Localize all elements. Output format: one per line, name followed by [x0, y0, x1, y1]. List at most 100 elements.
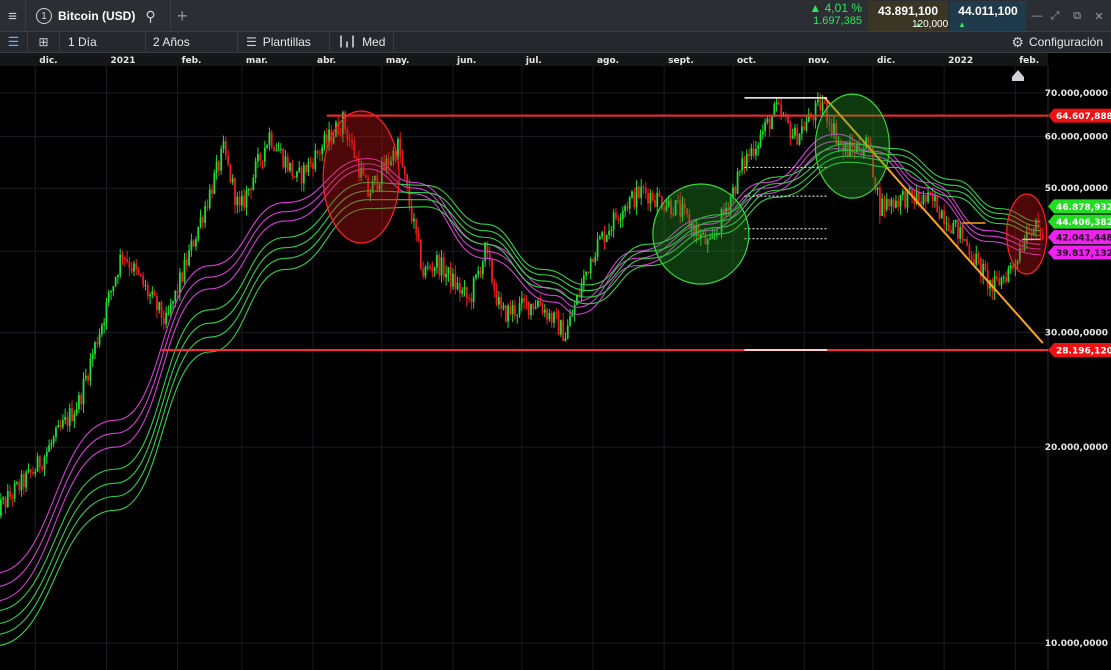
search-icon[interactable]: ⚲: [145, 8, 155, 25]
candle-body: [1007, 268, 1010, 282]
candle-body: [878, 187, 881, 216]
candle-body: [775, 102, 778, 105]
candle-body: [286, 156, 289, 171]
candle-body: [823, 102, 826, 104]
add-tab-icon[interactable]: +: [170, 0, 188, 32]
range-select[interactable]: 2 Años: [146, 32, 238, 52]
settings-button[interactable]: ⚙ Configuración: [1011, 32, 1103, 52]
candle-body: [908, 187, 911, 190]
candle-body: [273, 147, 275, 151]
x-tick-label: sept.: [668, 56, 694, 66]
candle-body: [144, 284, 147, 286]
menu-icon[interactable]: ≡: [0, 0, 26, 32]
candle-body: [518, 303, 521, 315]
templates-button[interactable]: ☰ Plantillas: [238, 32, 330, 52]
price-type-label: Med: [362, 35, 386, 49]
candle-body: [472, 278, 475, 302]
scroll-handle[interactable]: [1012, 77, 1024, 81]
candle-body: [309, 161, 312, 163]
candle-body: [323, 134, 326, 148]
candle-body: [479, 270, 482, 275]
candle-body: [573, 304, 576, 315]
candle-body: [110, 291, 112, 293]
candle-body: [821, 102, 824, 111]
candle-body: [305, 164, 308, 173]
candle-body: [135, 263, 138, 270]
candle-body: [1012, 265, 1014, 268]
candle-body: [431, 268, 434, 271]
candle-body: [45, 451, 48, 457]
expand-icon[interactable]: ⤢: [1046, 0, 1064, 32]
candle-body: [500, 297, 503, 309]
spread-value: 120,000: [912, 19, 948, 30]
candle-body: [996, 276, 998, 279]
candle-body: [741, 158, 744, 171]
candle-body: [165, 312, 168, 324]
popout-icon[interactable]: ⧉: [1068, 0, 1086, 32]
candle-body: [195, 239, 197, 247]
candle-body: [100, 325, 103, 335]
candle-body: [507, 305, 509, 322]
candle-body: [642, 186, 645, 188]
candle-body: [229, 164, 232, 183]
price-type-button[interactable]: ┃╻┃ Med: [330, 32, 394, 52]
candle-body: [516, 314, 519, 316]
minimize-icon[interactable]: —: [1028, 0, 1046, 32]
candle-body: [766, 118, 769, 122]
candle-body: [633, 191, 636, 208]
candle-body: [408, 186, 411, 206]
candle-body: [892, 199, 895, 208]
candle-body: [943, 210, 946, 225]
x-tick-label: mar.: [246, 56, 268, 66]
candle-body: [298, 167, 301, 172]
candle-body: [252, 177, 255, 191]
candle-body: [78, 395, 80, 410]
candle-body: [470, 298, 473, 302]
candle-body: [582, 275, 585, 285]
layout-grid-icon[interactable]: ⊞: [28, 32, 60, 52]
candle-body: [266, 145, 269, 148]
candle-body: [11, 496, 14, 499]
candle-body: [50, 443, 53, 446]
x-tick-label: jun.: [456, 56, 476, 66]
y-tick-label: 50.000,0000: [1045, 184, 1108, 194]
candle-body: [961, 227, 964, 240]
interval-select[interactable]: 1 Día: [60, 32, 146, 52]
candle-body: [52, 437, 55, 444]
chart-list-icon[interactable]: ☰: [0, 32, 28, 52]
candle-body: [238, 196, 241, 206]
candle-body: [456, 282, 459, 289]
instrument-tab[interactable]: 1 Bitcoin (USD) ⚲: [30, 0, 162, 32]
candle-body: [901, 191, 904, 196]
candle-body: [555, 312, 558, 315]
candle-body: [117, 275, 119, 278]
candle-body: [27, 469, 30, 473]
price-tag-label: 64.607,8880: [1056, 112, 1111, 122]
candle-body: [243, 195, 246, 208]
candle-body: [222, 141, 225, 150]
candle-body: [231, 178, 234, 183]
candle-body: [566, 325, 569, 339]
candle-body: [96, 342, 99, 345]
candle-body: [589, 258, 592, 274]
close-icon[interactable]: ✕: [1090, 0, 1108, 32]
candle-body: [537, 300, 539, 307]
x-tick-label: oct.: [737, 56, 756, 66]
candle-body: [738, 170, 741, 172]
candle-body: [4, 497, 7, 508]
candle-body: [791, 135, 794, 139]
candle-body: [876, 187, 879, 190]
candle-body: [534, 306, 537, 309]
candle-body: [615, 212, 617, 219]
buy-price-button[interactable]: 44.011,100 ▲: [950, 1, 1026, 31]
candle-body: [601, 232, 604, 237]
candle-body: [39, 456, 41, 468]
chart-toolbar: ☰ ⊞ 1 Día 2 Años ☰ Plantillas ┃╻┃ Med ⚙ …: [0, 32, 1111, 53]
candle-body: [975, 253, 978, 265]
candle-body: [658, 192, 661, 197]
candle-body: [750, 148, 753, 156]
candle-body: [107, 292, 110, 303]
candle-body: [596, 239, 599, 257]
candle-body: [48, 445, 50, 452]
bitcoin-chart[interactable]: dic. 2021 feb. mar. abr. may. jun. jul. ago. sept…: [0, 53, 1111, 670]
